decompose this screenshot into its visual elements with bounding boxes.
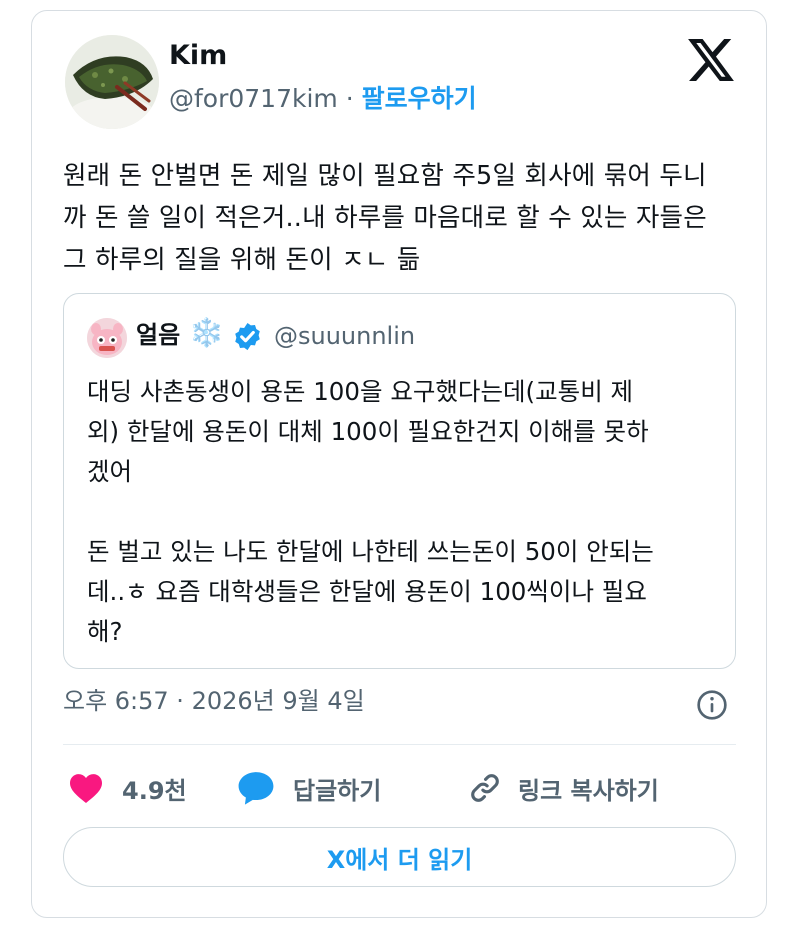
verified-badge-icon [235, 322, 260, 351]
author-name[interactable]: Kim [169, 42, 227, 69]
follow-button[interactable]: 팔로우하기 [362, 84, 477, 113]
divider [63, 744, 736, 745]
x-logo-icon[interactable] [688, 39, 734, 81]
quoted-text-line: 대딩 사촌동생이 용돈 100을 요구했다는데(교통비 제 [87, 377, 634, 406]
author-handle-row: @for0717kim · 팔로우하기 [169, 86, 477, 111]
quoted-author-avatar[interactable] [87, 318, 127, 358]
read-more-label: X에서 더 읽기 [326, 845, 473, 874]
quoted-tweet[interactable]: 얼음 ❄️ @suuunnlin 대딩 사촌동생이 용돈 100을 요구했다는데… [63, 293, 736, 669]
tweet-text: 원래 돈 안벌면 돈 제일 많이 필요함 주5일 회사에 묶어 두니 까 돈 쓸… [63, 155, 753, 281]
quoted-author-handle[interactable]: @suuunnlin [274, 324, 415, 348]
heart-icon [70, 774, 102, 803]
like-count: 4.9천 [122, 776, 187, 805]
quoted-text-line: 돈 벌고 있는 나도 한달에 나한테 쓰는돈이 50이 안되는 [87, 537, 654, 566]
tweet-actions: 4.9천 답글하기 링크 복사하기 [63, 763, 743, 813]
quoted-text-line: 외) 한달에 용돈이 대체 100이 필요한건지 이해를 못하 [87, 417, 649, 446]
snowflake-icon: ❄️ [189, 316, 224, 349]
quoted-text-line: 겠어 [87, 457, 133, 486]
quoted-text-line: 해? [87, 617, 123, 646]
quoted-text-line: 데..ㅎ 요즘 대학생들은 한달에 용돈이 100씩이나 필요 [87, 577, 647, 606]
author-handle[interactable]: @for0717kim [169, 84, 338, 113]
author-avatar[interactable] [65, 35, 159, 129]
handle-separator: · [345, 84, 354, 113]
quoted-text-line [87, 492, 717, 532]
seaweed-rice-avatar-image [65, 35, 159, 129]
tweet-timestamp[interactable]: 오후 6:57 · 2026년 9월 4일 [63, 689, 365, 713]
like-button[interactable]: 4.9천 [68, 763, 187, 813]
read-more-button[interactable]: X에서 더 읽기 [63, 827, 736, 887]
reply-label: 답글하기 [293, 776, 382, 805]
reply-bubble-icon [238, 772, 274, 805]
copy-link-label: 링크 복사하기 [518, 776, 659, 805]
tweet-text-line: 원래 돈 안벌면 돈 제일 많이 필요함 주5일 회사에 묶어 두니 [63, 161, 707, 191]
tweet-text-line: 까 돈 쓸 일이 적은거..내 하루를 마음대로 할 수 있는 자들은 [63, 203, 707, 233]
reply-button[interactable]: 답글하기 [237, 763, 381, 813]
link-icon [471, 774, 499, 802]
copy-link-button[interactable]: 링크 복사하기 [468, 763, 659, 813]
info-icon[interactable] [696, 689, 728, 721]
embedded-tweet-card: Kim @for0717kim · 팔로우하기 원래 돈 안벌면 돈 제일 많이… [31, 10, 767, 918]
quoted-tweet-text: 대딩 사촌동생이 용돈 100을 요구했다는데(교통비 제 외) 한달에 용돈이… [87, 372, 717, 652]
character-avatar-image [87, 318, 127, 358]
quoted-author-name[interactable]: 얼음 [136, 323, 180, 347]
tweet-text-line: 그 하루의 질을 위해 돈이 ㅈㄴ 듦 [63, 245, 421, 275]
